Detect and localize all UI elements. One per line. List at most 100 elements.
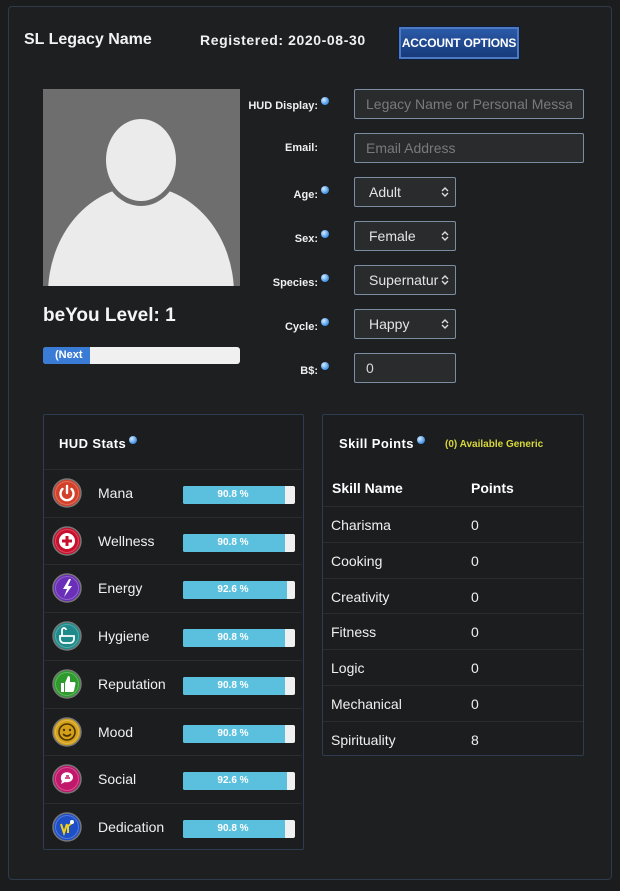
medical-cross-icon — [52, 525, 82, 556]
stat-row-mood: Mood 90.8 % — [44, 707, 302, 756]
skill-points: 8 — [471, 731, 479, 748]
avatar[interactable] — [43, 89, 240, 286]
stat-name: Mood — [98, 723, 134, 740]
stat-value: 90.8 % — [217, 536, 249, 548]
species-select-value: Supernatural — [369, 272, 439, 288]
email-label: Email: — [284, 142, 318, 154]
info-icon[interactable] — [321, 97, 329, 105]
points-header: Points — [471, 480, 514, 496]
skill-row-mechanical: Mechanical 0 — [323, 685, 583, 721]
stat-progress-bar: 90.8 % — [183, 533, 295, 552]
available-generic-points: (0) Available Generic — [445, 439, 544, 450]
account-options-button[interactable]: ACCOUNT OPTIONS — [398, 26, 520, 60]
hud-display-label: HUD Display: — [248, 97, 329, 112]
stat-name: Mana — [98, 485, 134, 501]
stat-name: Dedication — [98, 818, 165, 835]
skill-name: Spirituality — [331, 731, 396, 748]
stat-progress-bar: 90.8 % — [183, 629, 295, 648]
sex-label: Sex: — [295, 230, 329, 245]
skill-points: 0 — [471, 660, 479, 677]
stat-row-wellness: Wellness 90.8 % — [44, 516, 302, 565]
smiley-icon — [52, 716, 82, 747]
stat-name: Energy — [98, 580, 143, 597]
stat-name: Reputation — [98, 675, 166, 692]
skill-name: Fitness — [331, 624, 377, 641]
age-select[interactable]: Adult — [354, 177, 456, 207]
skill-points-title: Skill Points — [339, 436, 425, 451]
stat-value: 92.6 % — [217, 775, 249, 787]
thumbs-up-icon — [52, 669, 82, 699]
skill-points-panel: Skill Points (0) Available Generic Skill… — [322, 414, 584, 756]
skill-points: 0 — [471, 624, 479, 641]
stat-row-dedication: Dedication 90.8 % — [44, 802, 302, 851]
stat-progress-bar: 90.8 % — [183, 676, 295, 695]
stat-value: 90.8 % — [217, 727, 249, 739]
age-label: Age: — [294, 186, 329, 201]
chevron-updown-icon — [441, 231, 449, 241]
cycle-select[interactable]: Happy — [354, 309, 456, 339]
bucks-input[interactable] — [354, 353, 456, 383]
info-icon[interactable] — [321, 318, 329, 326]
skill-name: Mechanical — [331, 696, 402, 712]
info-icon[interactable] — [321, 230, 329, 238]
skill-name: Charisma — [331, 517, 391, 533]
info-icon[interactable] — [321, 186, 329, 194]
email-input[interactable] — [354, 133, 584, 163]
info-icon[interactable] — [321, 274, 329, 282]
hud-stats-title: HUD Stats — [59, 436, 138, 451]
registered-date: Registered: 2020-08-30 — [200, 32, 366, 48]
info-icon[interactable] — [416, 436, 425, 444]
power-icon — [52, 478, 82, 508]
info-icon[interactable] — [321, 362, 329, 370]
sex-select-value: Female — [369, 228, 416, 244]
skill-row-cooking: Cooking 0 — [323, 541, 583, 578]
skill-row-logic: Logic 0 — [323, 649, 583, 685]
stat-progress-bar: 90.8 % — [183, 819, 295, 838]
skill-points: 0 — [471, 696, 479, 712]
species-label: Species: — [273, 274, 329, 289]
level-progress-label: (Next — [55, 349, 83, 361]
stat-value: 90.8 % — [217, 632, 249, 644]
stat-row-hygiene: Hygiene 90.8 % — [44, 612, 302, 660]
skill-name-header: Skill Name — [332, 480, 403, 496]
level-text: beYou Level: 1 — [43, 305, 176, 326]
hud-stats-panel: HUD Stats Mana 90.8 % Wellness 90.8 % Energy… — [43, 414, 304, 850]
stat-row-energy: Energy 92.6 % — [44, 564, 302, 612]
info-icon[interactable] — [129, 436, 138, 444]
stat-name: Wellness — [98, 532, 155, 549]
speech-bubble-icon — [52, 764, 82, 794]
skill-name: Logic — [331, 660, 365, 677]
stat-row-mana: Mana 90.8 % — [44, 469, 302, 517]
species-select[interactable]: Supernatural — [354, 265, 456, 295]
stat-row-reputation: Reputation 90.8 % — [44, 659, 302, 708]
chevron-updown-icon — [441, 319, 449, 329]
skill-row-creativity: Creativity 0 — [323, 577, 583, 614]
stat-value: 90.8 % — [217, 489, 249, 500]
legacy-name-title: SL Legacy Name — [24, 31, 152, 48]
stat-value: 90.8 % — [217, 822, 249, 834]
chevron-updown-icon — [441, 187, 449, 197]
stat-name: Social — [98, 771, 137, 788]
user-silhouette-icon — [48, 116, 234, 286]
stat-value: 92.6 % — [217, 584, 249, 596]
skill-name: Creativity — [331, 588, 390, 605]
stat-progress-bar: 90.8 % — [183, 724, 295, 743]
age-select-value: Adult — [369, 184, 401, 200]
dedication-icon — [52, 812, 82, 842]
hud-display-input[interactable] — [354, 89, 584, 119]
stat-progress-bar: 92.6 % — [183, 772, 295, 791]
skill-points: 0 — [471, 552, 479, 569]
skill-points: 0 — [471, 588, 479, 605]
skill-points: 0 — [471, 517, 479, 533]
stat-name: Hygiene — [98, 628, 150, 645]
stat-row-social: Social 92.6 % — [44, 755, 302, 803]
level-progress-bar: (Next — [43, 347, 240, 364]
stat-value: 90.8 % — [217, 679, 249, 691]
bathtub-icon — [52, 621, 82, 651]
skill-name: Cooking — [331, 552, 383, 569]
skill-row-spirituality: Spirituality 8 — [323, 720, 583, 757]
chevron-updown-icon — [441, 275, 449, 285]
skill-row-fitness: Fitness 0 — [323, 613, 583, 649]
sex-select[interactable]: Female — [354, 221, 456, 251]
stat-progress-bar: 90.8 % — [183, 486, 295, 504]
